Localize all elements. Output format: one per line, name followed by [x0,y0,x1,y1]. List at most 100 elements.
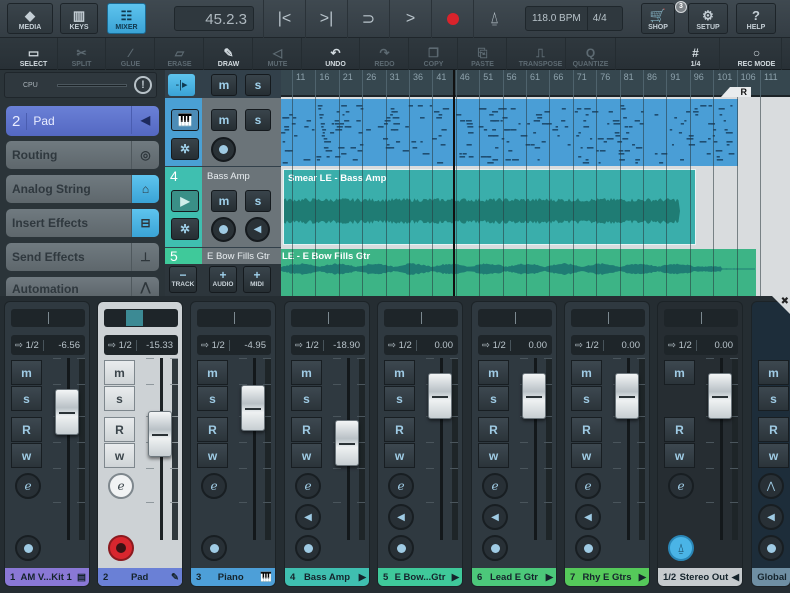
glue-tool[interactable]: ∕ GLUE [107,38,155,70]
track-4-monitor[interactable]: ◀ [245,217,270,242]
global-record-button[interactable] [758,535,784,561]
ebow-clip[interactable]: LE - E Bow Fills Gtr [281,249,756,296]
instrument-edit-icon[interactable]: ✲ [171,138,199,160]
mute-button[interactable]: m [291,360,322,385]
record-arm-button[interactable] [108,535,134,561]
quantize-button[interactable]: Q QUANTIZE [566,38,616,70]
solo-button[interactable]: s [11,386,42,411]
piano-midi-clip[interactable] [281,99,738,166]
edit-instrument-button[interactable]: e [668,473,694,499]
channel-label[interactable]: 4 Bass Amp ▶ [285,568,369,586]
channel-label[interactable]: 3 Piano 🎹 [191,568,275,586]
volume-fader[interactable] [335,419,359,466]
read-automation-button[interactable]: R [478,417,509,442]
solo-button[interactable]: s [197,386,228,411]
output-routing[interactable]: ⇨ 1/2 -18.90 [291,335,365,355]
metronome-button[interactable]: ⍙ [668,535,694,561]
channel-label[interactable]: 1/2 Stereo Out ◀ [658,568,742,586]
write-automation-button[interactable]: w [478,443,509,468]
play-button[interactable]: > [389,0,431,38]
output-routing[interactable]: ⇨ 1/2 0.00 [478,335,552,355]
track-3-mute[interactable]: m [211,109,237,131]
read-automation-button[interactable]: R [11,417,42,442]
edit-instrument-button[interactable]: e [15,473,41,499]
go-to-start-button[interactable]: |< [263,0,305,38]
channel-label[interactable]: 1 AM V...Kit 1 ▤ [5,568,89,586]
read-automation-button[interactable]: R [104,417,135,442]
time-display[interactable]: 45.2.3 [174,6,254,31]
write-automation-button[interactable]: w [291,443,322,468]
output-routing[interactable]: ⇨ 1/2 -4.95 [197,335,271,355]
mute-button[interactable]: m [384,360,415,385]
global-automation-button[interactable]: ⋀ [758,473,784,499]
mute-button[interactable]: m [104,360,135,385]
record-arm-button[interactable] [201,535,227,561]
volume-fader[interactable] [522,372,546,419]
setup-button[interactable]: ⚙ SETUP [688,3,728,34]
read-automation-button[interactable]: R [384,417,415,442]
rec-mode-button[interactable]: ○ REC MODE [732,38,782,70]
record-arm-button[interactable] [482,535,508,561]
solo-button[interactable]: s [571,386,602,411]
pan-control[interactable] [291,309,365,327]
mute-button[interactable]: m [571,360,602,385]
record-arm-button[interactable] [575,535,601,561]
mixer-button[interactable]: ☷ MIXER [107,3,146,34]
loop-button[interactable]: ⊃ [347,0,389,38]
monitor-button[interactable]: ◀ [575,504,601,530]
pan-control[interactable] [11,309,85,327]
read-automation-button[interactable]: R [571,417,602,442]
read-automation-button[interactable]: R [197,417,228,442]
mute-button[interactable]: m [197,360,228,385]
output-routing[interactable]: ⇨ 1/2 -6.56 [11,335,85,355]
edit-instrument-button[interactable]: e [482,473,508,499]
read-automation-button[interactable]: R [664,417,695,442]
playhead[interactable] [453,70,455,296]
collapse-icon[interactable]: ◀ [131,106,159,134]
add-audio-track-button[interactable]: + AUDIO [209,266,237,293]
track-4-record-arm[interactable] [211,217,236,242]
volume-fader[interactable] [428,372,452,419]
track-3-record-arm[interactable] [211,137,236,162]
shop-button[interactable]: 🛒 SHOP [641,3,675,34]
monitor-button[interactable]: ◀ [482,504,508,530]
add-midi-track-button[interactable]: + MIDI [243,266,271,293]
track-list-toggle[interactable]: -|▸ [168,74,195,96]
track-4-mute[interactable]: m [211,190,237,212]
undo-button[interactable]: ↶ UNDO [312,38,360,70]
pan-control[interactable] [664,309,738,327]
pan-control[interactable] [384,309,458,327]
tempo-display[interactable]: 118.0 BPM 4/4 [525,6,623,31]
solo-button[interactable]: s [291,386,322,411]
routing-panel[interactable]: Routing ◎ [6,141,159,169]
mute-tool[interactable]: ◁ MUTE [254,38,302,70]
write-automation-button[interactable]: w [571,443,602,468]
track-4-play-icon[interactable]: ▶ [171,190,199,212]
track-4-solo[interactable]: s [245,190,271,212]
global-write-button[interactable]: w [758,443,789,468]
edit-instrument-button[interactable]: e [388,473,414,499]
go-to-end-button[interactable]: >| [305,0,347,38]
pan-control[interactable] [571,309,645,327]
write-automation-button[interactable]: w [104,443,135,468]
global-label[interactable]: Global [752,568,790,586]
channel-label[interactable]: 2 Pad ✎ [98,568,182,586]
record-arm-button[interactable] [388,535,414,561]
monitor-button[interactable]: ◀ [295,504,321,530]
global-monitor-button[interactable]: ◀ [758,504,784,530]
output-routing[interactable]: ⇨ 1/2 0.00 [571,335,645,355]
write-automation-button[interactable]: w [664,443,695,468]
solo-button[interactable]: s [478,386,509,411]
record-button[interactable] [431,0,473,38]
metronome-button[interactable]: ⍙ [473,0,515,38]
mute-button[interactable]: m [11,360,42,385]
solo-button[interactable]: s [384,386,415,411]
record-arm-button[interactable] [15,535,41,561]
piano-icon[interactable]: 🎹 [171,109,199,131]
output-routing[interactable]: ⇨ 1/2 0.00 [664,335,738,355]
mute-all-button[interactable]: m [211,74,237,96]
draw-tool[interactable]: ✎ DRAW [205,38,253,70]
split-tool[interactable]: ✂ SPLIT [58,38,106,70]
track-3-solo[interactable]: s [245,109,271,131]
alert-icon[interactable]: ! [134,76,152,94]
